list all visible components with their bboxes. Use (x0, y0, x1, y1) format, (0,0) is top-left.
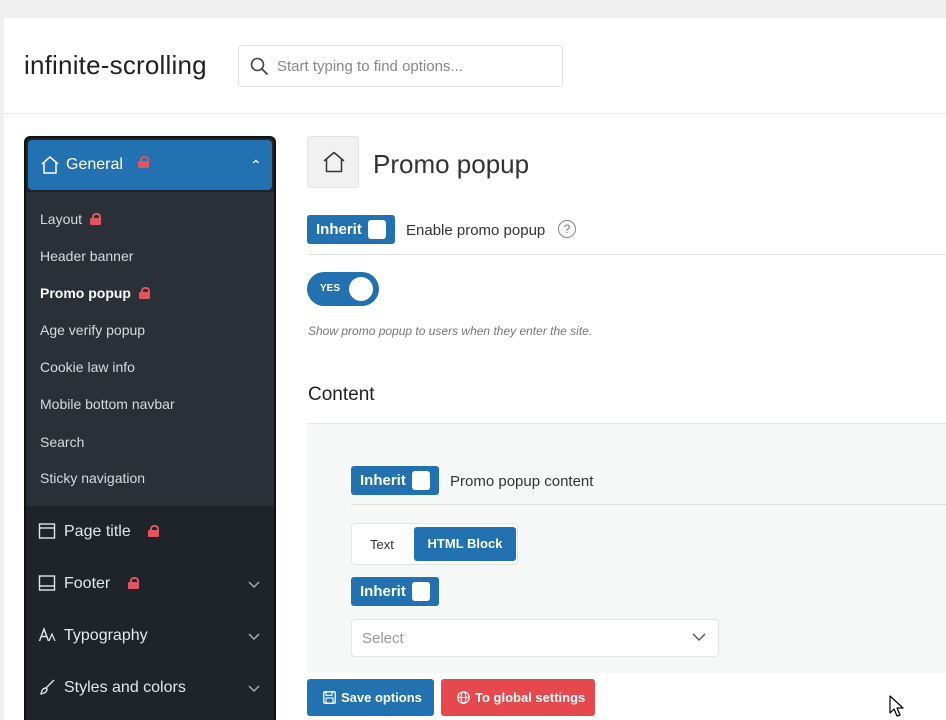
page-icon (307, 136, 359, 188)
home-icon (323, 151, 345, 173)
sidebar-subitem-label: Mobile bottom navbar (40, 396, 175, 412)
globe-icon (457, 691, 470, 704)
content-type-selector: Text HTML Block (351, 523, 518, 565)
sidebar-subitem-label: Cookie law info (40, 359, 135, 375)
sidebar-subitem-layout[interactable]: Layout (40, 211, 102, 227)
browser-top-strip (0, 0, 946, 18)
option-text[interactable]: Text (370, 537, 394, 552)
sidebar-subitem-promo-popup[interactable]: Promo popup (40, 285, 150, 301)
app-title: infinite-scrolling (24, 50, 207, 80)
save-options-label: Save options (341, 690, 422, 705)
inherit-toggle[interactable]: Inherit (351, 577, 439, 606)
page-title-icon (38, 523, 56, 539)
sidebar-item-general[interactable]: General ⌃ (28, 140, 272, 190)
page-title: Promo popup (373, 149, 530, 179)
html-block-select[interactable]: Select (351, 619, 719, 657)
inherit-toggle[interactable]: Inherit (351, 466, 439, 495)
sidebar-subitem-mobile-bottom-navbar[interactable]: Mobile bottom navbar (40, 396, 175, 412)
sidebar-item-label: Page title (64, 523, 131, 540)
sidebar-item-typography[interactable]: Typography (26, 610, 274, 662)
sidebar-subitem-search[interactable]: Search (40, 434, 84, 450)
chevron-down-icon[interactable] (248, 581, 260, 589)
inherit-checkbox[interactable] (368, 220, 386, 239)
sidebar-item-label: Footer (64, 575, 111, 592)
sidebar-item-page-title[interactable]: Page title (26, 506, 274, 558)
sidebar-item-styles-and-colors[interactable]: Styles and colors (26, 662, 274, 714)
help-icon[interactable]: ? (558, 220, 576, 238)
inherit-label: Inherit (360, 583, 406, 600)
sidebar-subitem-label: Header banner (40, 248, 134, 264)
typography-icon (38, 627, 56, 642)
sidebar-subitem-label: Sticky navigation (40, 470, 146, 486)
inherit-toggle[interactable]: Inherit (307, 215, 395, 244)
home-icon (41, 156, 59, 174)
inherit-label: Inherit (316, 221, 362, 238)
sidebar-item-label: Styles and colors (64, 679, 186, 696)
toggle-state-label: YES (320, 283, 341, 294)
sidebar-item-footer[interactable]: Footer (26, 558, 274, 610)
sidebar-subitem-label: Search (40, 434, 85, 450)
inherit-checkbox[interactable] (412, 582, 430, 601)
sidebar-subitem-cookie-law-info[interactable]: Cookie law info (40, 359, 135, 375)
search-icon (250, 57, 268, 75)
options-header: infinite-scrolling (4, 18, 946, 114)
sidebar-item-label: General (66, 156, 123, 173)
save-icon (323, 691, 336, 704)
content-section-heading: Content (308, 384, 375, 405)
lock-icon (90, 213, 102, 225)
option-description: Show promo popup to users when they ente… (308, 324, 593, 338)
to-global-settings-label: To global settings (475, 690, 586, 705)
divider (307, 254, 946, 255)
sidebar: General ⌃ Layout Header banner Promo pop… (24, 136, 276, 720)
chevron-down-icon[interactable] (248, 633, 260, 641)
sidebar-subitem-header-banner[interactable]: Header banner (40, 248, 133, 264)
chevron-down-icon (692, 633, 706, 641)
sidebar-subitem-age-verify-popup[interactable]: Age verify popup (40, 322, 145, 338)
sidebar-subitem-sticky-navigation[interactable]: Sticky navigation (40, 470, 145, 486)
lock-icon (148, 525, 159, 537)
inherit-checkbox[interactable] (412, 471, 430, 490)
divider (351, 504, 946, 505)
option-html-block[interactable]: HTML Block (414, 527, 516, 561)
general-submenu: Layout Header banner Promo popup Age ver… (26, 192, 274, 506)
sidebar-subitem-label: Promo popup (40, 285, 131, 301)
chevron-down-icon[interactable] (248, 685, 260, 693)
to-global-settings-button[interactable]: To global settings (441, 679, 595, 716)
sidebar-subitem-label: Age verify popup (40, 322, 146, 338)
options-panel: infinite-scrolling General ⌃ Layout Head… (4, 18, 946, 720)
lock-icon (139, 287, 150, 299)
mouse-cursor-icon (889, 695, 904, 717)
promo-popup-content-label: Promo popup content (450, 473, 594, 490)
sidebar-subitem-label: Layout (40, 211, 83, 227)
lock-icon (128, 577, 139, 589)
chevron-up-icon[interactable]: ⌃ (250, 157, 262, 174)
inherit-label: Inherit (360, 472, 406, 489)
enable-promo-popup-label: Enable promo popup (406, 222, 546, 239)
toggle-knob (349, 277, 373, 301)
sidebar-item-label: Typography (64, 627, 148, 644)
brush-icon (40, 679, 55, 695)
save-options-button[interactable]: Save options (307, 679, 434, 716)
enable-promo-popup-toggle[interactable]: YES (307, 272, 379, 306)
search-box[interactable] (238, 45, 563, 87)
select-value: Select (362, 630, 404, 647)
search-input[interactable] (277, 46, 557, 86)
footer-icon (38, 575, 56, 591)
lock-icon (138, 156, 149, 168)
